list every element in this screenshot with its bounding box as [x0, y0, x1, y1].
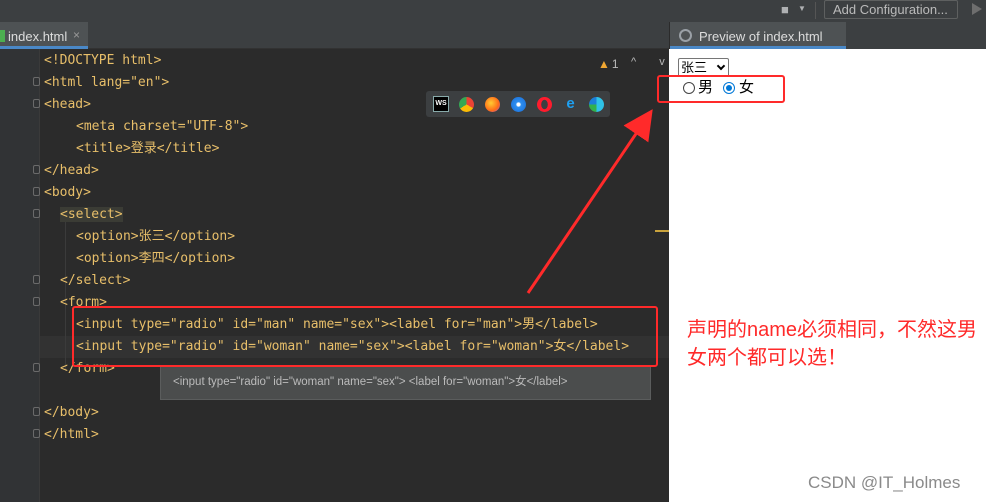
watermark: CSDN @IT_Holmes [808, 473, 961, 492]
annotation-arrow [526, 109, 653, 294]
annotation-text: 声明的name必须相同，不然这男女两个都可以选！ [687, 319, 978, 369]
